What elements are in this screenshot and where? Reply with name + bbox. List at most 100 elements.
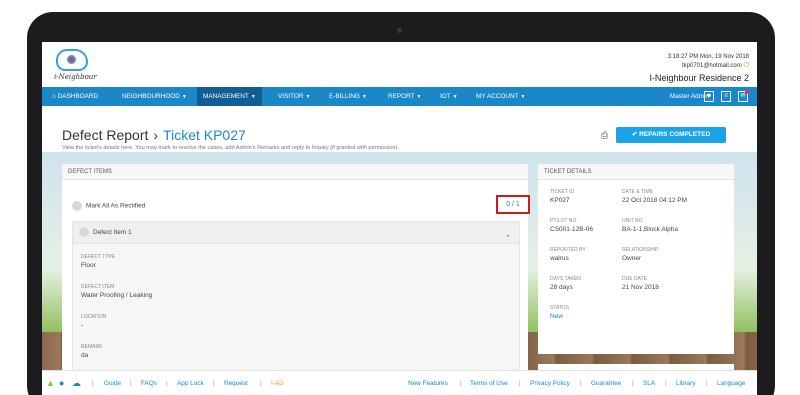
- caret-down-icon: ▼: [305, 94, 311, 100]
- print-icon[interactable]: ⎙: [601, 130, 608, 141]
- field-label: LOCATION: [81, 314, 107, 320]
- nav-label: E-BILLING: [329, 93, 360, 100]
- repairs-button-label: REPAIRS COMPLETED: [639, 131, 711, 138]
- power-icon[interactable]: ⏻: [743, 62, 749, 69]
- document-icon[interactable]: ≡: [721, 91, 731, 102]
- field-value: Water Proofing / Leaking: [81, 292, 153, 299]
- profile-icon[interactable]: ☻: [704, 91, 714, 102]
- brand-logo[interactable]: i-Neighbour: [50, 46, 108, 84]
- reported-by-field: REPORTED BY walrus: [550, 247, 586, 262]
- field-label: DUE DATE: [622, 276, 647, 282]
- apple-icon[interactable]: ●: [59, 378, 64, 388]
- nav-label: IOT: [440, 93, 451, 100]
- notification-icon[interactable]: ✉: [738, 90, 749, 102]
- footer-link-app-lock[interactable]: App Lock: [177, 380, 204, 387]
- camera-dot: [397, 28, 402, 33]
- user-email: tkp0701@hotmail.com: [681, 63, 742, 69]
- page-title: Defect Report › Ticket KP027: [62, 127, 246, 143]
- app-header: i-Neighbour 3:18:27 PM Mon, 19 Nov 2018 …: [42, 42, 757, 87]
- nav-item-iot[interactable]: IOT ▼: [440, 87, 458, 106]
- field-value: BA-1-1,Block Alpha: [622, 226, 679, 233]
- defect-item-header[interactable]: Defect Item 1 ⌃: [73, 222, 519, 244]
- footer-link-i-ad[interactable]: I-AD: [271, 380, 284, 387]
- footer-link-sla[interactable]: SLA: [643, 380, 655, 387]
- defect-item-radio[interactable]: [79, 227, 89, 238]
- nav-item-visitor[interactable]: VISITOR ▼: [278, 87, 310, 106]
- field-value: -: [81, 322, 84, 329]
- rectified-counter: 0 / 1: [496, 195, 530, 214]
- field-label: RELATIONSHIP: [622, 247, 659, 253]
- footer-link-library[interactable]: Library: [676, 380, 696, 387]
- field-label: REPORTED BY: [550, 247, 586, 253]
- field-label: DAYS TAKEN: [550, 276, 581, 282]
- unit-no-field: UNIT NO. BA-1-1,Block Alpha: [622, 218, 678, 233]
- repairs-completed-button[interactable]: ✔ REPAIRS COMPLETED: [616, 127, 726, 143]
- android-icon[interactable]: ▲: [46, 378, 55, 388]
- footer-divider: |: [130, 380, 132, 387]
- cloud-icon[interactable]: ☁: [72, 378, 81, 389]
- ticket-title: Ticket KP027: [163, 127, 246, 143]
- days-taken-field: DAYS TAKEN 28 days: [550, 276, 581, 291]
- footer-divider: |: [706, 380, 708, 387]
- site-name: I-Neighbour Residence 2: [649, 73, 749, 83]
- ticket-details-panel: TICKET DETAILS TICKET ID KP027 DATE & TIM…: [538, 164, 734, 354]
- footer-link-terms[interactable]: Terms of Use: [470, 380, 508, 387]
- field-value: 28 days: [550, 284, 573, 291]
- nav-item-dashboard[interactable]: ⌂ DASHBOARD: [52, 87, 98, 106]
- field-value: 21 Nov 2018: [622, 284, 659, 291]
- nav-item-my-account[interactable]: MY ACCOUNT ▼: [476, 87, 525, 106]
- nav-label: MANAGEMENT: [203, 93, 249, 100]
- defect-items-panel: DEFECT ITEMS Mark All As Rectified 0 / 1…: [62, 164, 530, 381]
- mark-all-radio[interactable]: [72, 201, 82, 211]
- nav-label: DASHBOARD: [57, 93, 99, 100]
- field-label: PT/LOT NO.: [550, 218, 578, 224]
- relationship-field: RELATIONSHIP Owner: [622, 247, 658, 262]
- footer-link-language[interactable]: Language: [717, 380, 745, 387]
- page-title-text[interactable]: Defect Report: [62, 127, 148, 143]
- field-value: CS001-12B-06: [550, 226, 593, 233]
- footer-link-guarantee[interactable]: Guarantee: [591, 380, 621, 387]
- defect-type-field: DEFECT TYPE Floor: [81, 254, 115, 269]
- nav-item-report[interactable]: REPORT ▼: [388, 87, 421, 106]
- field-value: da: [81, 352, 89, 359]
- footer-link-guide[interactable]: Guide: [104, 380, 121, 387]
- footer-link-privacy[interactable]: Privacy Policy: [530, 380, 570, 387]
- caret-down-icon: ▼: [181, 94, 187, 100]
- caret-down-icon: ▼: [361, 94, 367, 100]
- field-label: REMARK: [81, 344, 103, 350]
- field-label: STATUS: [550, 305, 569, 311]
- field-value: KP027: [550, 197, 570, 204]
- ticket-id-field: TICKET ID KP027: [550, 189, 574, 204]
- footer-divider: |: [519, 380, 521, 387]
- footer-link-faqs[interactable]: FAQs: [141, 380, 157, 387]
- field-value: 22 Oct 2018 04:12 PM: [622, 197, 688, 204]
- defect-item-card: Defect Item 1 ⌃ DEFECT TYPE Floor DEFECT I…: [72, 221, 520, 381]
- nav-label: NEIGHBOURHOOD: [122, 93, 180, 100]
- caret-down-icon: ▼: [452, 94, 458, 100]
- due-date-field: DUE DATE 21 Nov 2018: [622, 276, 659, 291]
- nav-label: REPORT: [388, 93, 415, 100]
- mark-all-row[interactable]: Mark All As Rectified: [72, 201, 145, 211]
- nav-item-neighbourhood[interactable]: NEIGHBOURHOOD ▼: [122, 87, 187, 106]
- caret-down-icon: ▼: [250, 94, 256, 100]
- breadcrumb-chevron-icon: ›: [153, 127, 159, 143]
- home-icon: ⌂: [52, 93, 56, 100]
- app-footer: ▲ ● ☁ | Guide | FAQs | App Lock | Reques…: [42, 370, 757, 395]
- clock-text: 3:18:27 PM Mon, 19 Nov 2018: [667, 54, 749, 60]
- mark-all-label: Mark All As Rectified: [86, 202, 146, 210]
- main-nav: ⌂ DASHBOARD NEIGHBOURHOOD ▼ MANAGEMENT ▼ V…: [42, 87, 757, 106]
- nav-item-management[interactable]: MANAGEMENT ▼: [197, 87, 262, 106]
- location-field: LOCATION -: [81, 314, 106, 329]
- footer-link-new-features[interactable]: New Features: [408, 380, 448, 387]
- logo-dot-icon: [67, 55, 76, 64]
- footer-divider: |: [580, 380, 582, 387]
- status-field: STATUS New: [550, 305, 569, 320]
- caret-down-icon: ▼: [416, 94, 422, 100]
- footer-link-request[interactable]: Request: [224, 380, 248, 387]
- chevron-up-icon[interactable]: ⌃: [505, 228, 511, 250]
- remark-field: REMARK da: [81, 344, 102, 359]
- nav-item-ebilling[interactable]: E-BILLING ▼: [329, 87, 367, 106]
- field-label: DEFECT TYPE: [81, 254, 116, 260]
- field-value: walrus: [550, 255, 569, 262]
- check-icon: ✔: [631, 131, 638, 138]
